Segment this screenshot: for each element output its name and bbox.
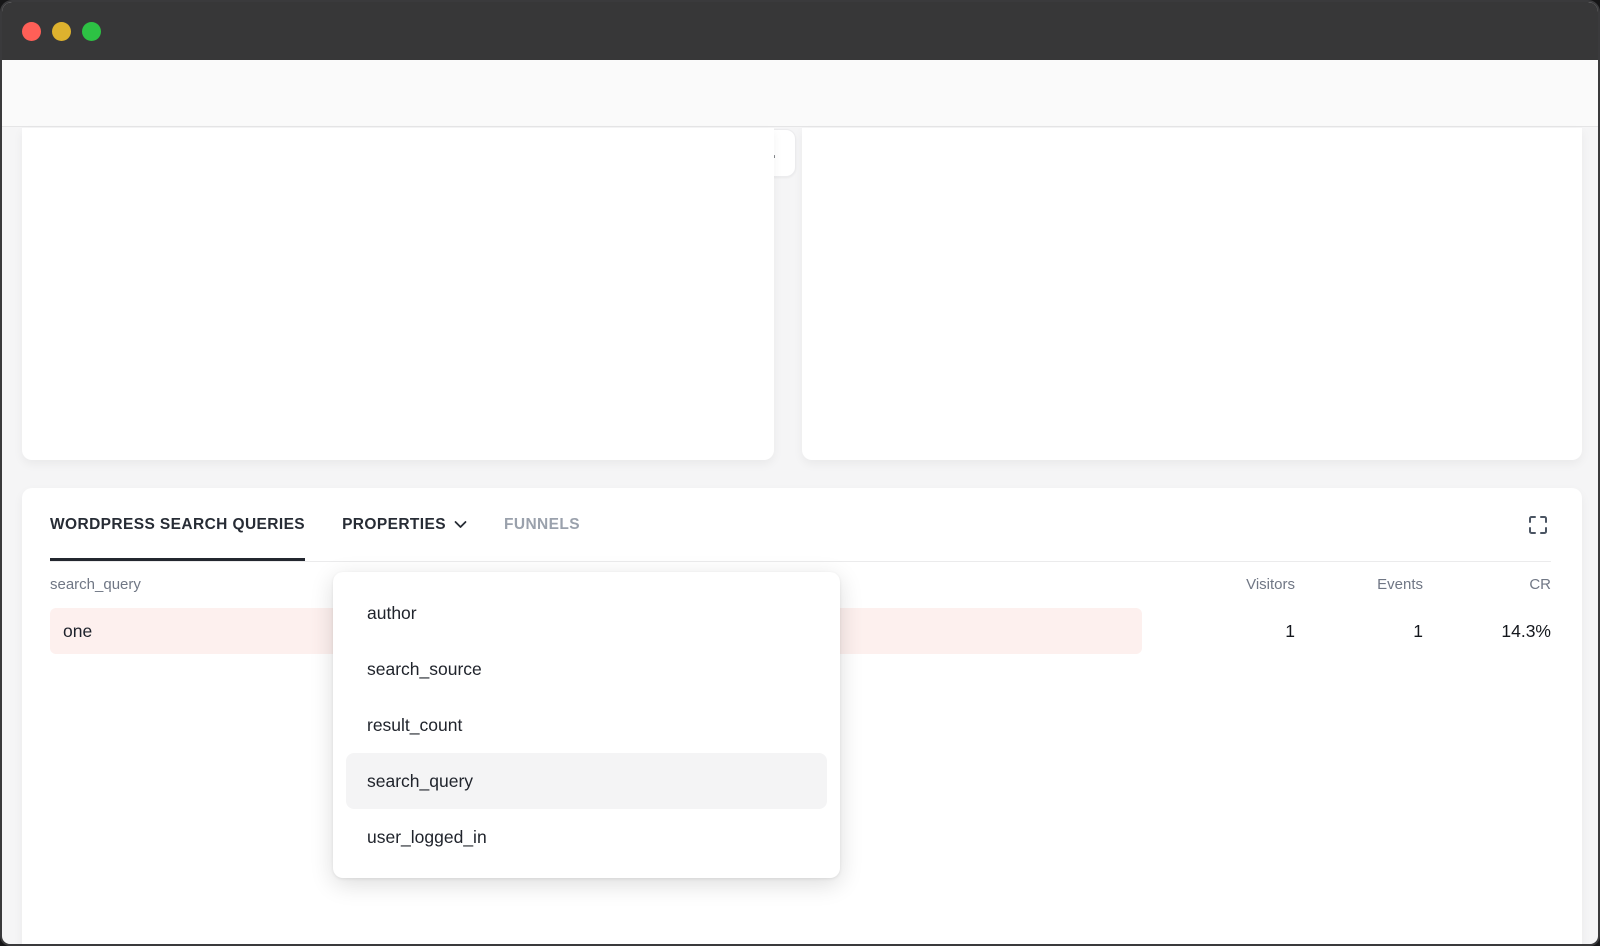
row-events-value: 1 [1295, 621, 1423, 642]
fullscreen-icon [1528, 515, 1548, 535]
breakdown-panel: WORDPRESS SEARCH QUERIES PROPERTIES FUNN… [22, 488, 1582, 946]
dropdown-item-author[interactable]: author [346, 585, 827, 641]
column-header-cr: CR [1423, 576, 1551, 593]
dropdown-item-search-source[interactable]: search_source [346, 641, 827, 697]
panel-top-left [22, 128, 774, 460]
row-visitors-value: 1 [1142, 621, 1295, 642]
tab-wordpress-search-queries[interactable]: WORDPRESS SEARCH QUERIES [50, 488, 305, 561]
column-header-visitors: Visitors [1142, 576, 1295, 593]
dashboard-header: W .wpcomstaging.com Goal is WP Search Qu… [2, 60, 1598, 127]
breakdown-tabstrip: WORDPRESS SEARCH QUERIES PROPERTIES FUNN… [50, 488, 1551, 562]
zoom-window-button[interactable] [82, 22, 101, 41]
dropdown-item-result-count[interactable]: result_count [346, 697, 827, 753]
macos-titlebar [2, 2, 1598, 60]
close-window-button[interactable] [22, 22, 41, 41]
row-label: one [63, 621, 92, 642]
expand-panel-button[interactable] [1528, 515, 1548, 535]
row-cr-value: 14.3% [1423, 621, 1551, 642]
panel-top-right [802, 128, 1582, 460]
dropdown-item-user-logged-in[interactable]: user_logged_in [346, 809, 827, 865]
app-window: W .wpcomstaging.com Goal is WP Search Qu… [0, 0, 1600, 946]
tab-funnels[interactable]: FUNNELS [504, 488, 580, 561]
chevron-down-icon [454, 520, 467, 529]
minimize-window-button[interactable] [52, 22, 71, 41]
column-header-events: Events [1295, 576, 1423, 593]
tab-properties[interactable]: PROPERTIES [342, 488, 467, 561]
dropdown-item-search-query[interactable]: search_query [346, 753, 827, 809]
properties-dropdown-menu: author search_source result_count search… [333, 572, 840, 878]
